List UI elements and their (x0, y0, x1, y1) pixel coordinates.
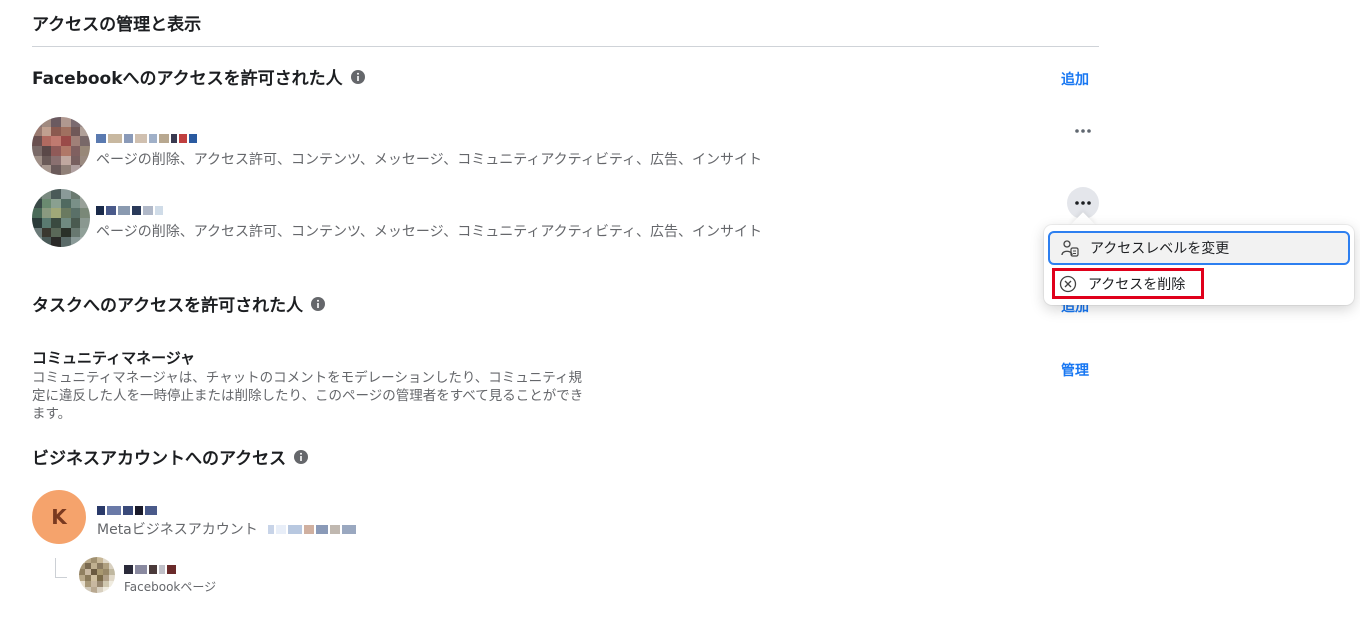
facebook-access-title-text: Facebookへのアクセスを許可された人 (32, 69, 343, 89)
business-account-subtitle: Metaビジネスアカウント (97, 522, 258, 538)
redacted-name (124, 562, 176, 576)
task-access-title-text: タスクへのアクセスを許可された人 (32, 296, 304, 316)
redacted-name (96, 131, 197, 145)
page-title: アクセスの管理と表示 (32, 15, 202, 35)
task-access-title: タスクへのアクセスを許可された人 (32, 291, 326, 316)
avatar (32, 189, 90, 247)
highlight-box (1052, 268, 1204, 299)
permissions-text: ページの削除、アクセス許可、コンテンツ、メッセージ、コミュニティアクティビティ、… (96, 152, 762, 168)
community-manager-manage-link[interactable]: 管理 (1061, 360, 1089, 380)
info-icon[interactable] (294, 449, 309, 464)
page-avatar (79, 557, 115, 593)
business-account-avatar: K (32, 490, 86, 544)
page-subtitle: Facebookページ (124, 580, 217, 594)
menu-item-label: アクセスレベルを変更 (1090, 241, 1230, 257)
more-options-button[interactable] (1067, 115, 1099, 147)
community-manager-description: コミュニティマネージャは、チャットのコメントをモデレーションしたり、コミュニティ… (32, 370, 584, 422)
divider (32, 46, 1099, 47)
redacted-name (96, 203, 163, 217)
permissions-text: ページの削除、アクセス許可、コンテンツ、メッセージ、コミュニティアクティビティ、… (96, 224, 762, 240)
info-icon[interactable] (350, 69, 365, 84)
business-access-title-text: ビジネスアカウントへのアクセス (32, 449, 287, 469)
tree-connector (55, 558, 67, 578)
business-access-title: ビジネスアカウントへのアクセス (32, 444, 309, 469)
more-icon (1075, 129, 1091, 133)
redacted-id (267, 522, 356, 536)
info-icon[interactable] (311, 296, 326, 311)
change-access-level-menu-item[interactable]: アクセスレベルを変更 (1048, 231, 1350, 265)
more-icon (1075, 201, 1091, 205)
pixelated-photo (32, 189, 90, 247)
community-manager-title: コミュニティマネージャ (32, 349, 196, 367)
redacted-name (97, 503, 157, 517)
avatar-letter: K (51, 505, 67, 529)
avatar (32, 117, 90, 175)
pixelated-photo (79, 557, 115, 593)
pixelated-photo (32, 117, 90, 175)
person-settings-icon (1061, 240, 1079, 257)
facebook-access-title: Facebookへのアクセスを許可された人 (32, 64, 365, 89)
business-account-subtitle-row: Metaビジネスアカウント (97, 519, 356, 539)
facebook-access-add-link[interactable]: 追加 (1061, 69, 1089, 89)
